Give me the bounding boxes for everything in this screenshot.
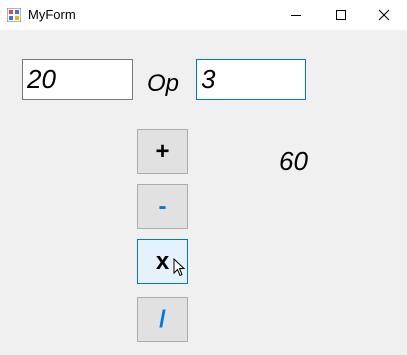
minimize-button[interactable] xyxy=(273,0,319,30)
close-icon xyxy=(378,9,390,21)
first-number-input[interactable]: 20 xyxy=(22,59,133,100)
close-button[interactable] xyxy=(361,0,407,30)
minimize-icon xyxy=(291,15,301,16)
add-button[interactable]: + xyxy=(137,129,188,174)
subtract-button[interactable]: - xyxy=(137,184,188,229)
maximize-icon xyxy=(336,10,346,20)
result-label: 60 xyxy=(279,146,308,176)
op-label: Op xyxy=(147,70,180,97)
maximize-button[interactable] xyxy=(318,0,364,30)
app-icon xyxy=(7,8,21,22)
form-client-area: 20 Op 3 + - x / 60 xyxy=(0,30,407,355)
second-number-input[interactable]: 3 xyxy=(196,59,306,100)
divide-button[interactable]: / xyxy=(137,297,188,342)
window-title: MyForm xyxy=(28,7,76,22)
mouse-cursor-icon xyxy=(173,258,186,277)
title-bar: MyForm xyxy=(0,0,407,30)
